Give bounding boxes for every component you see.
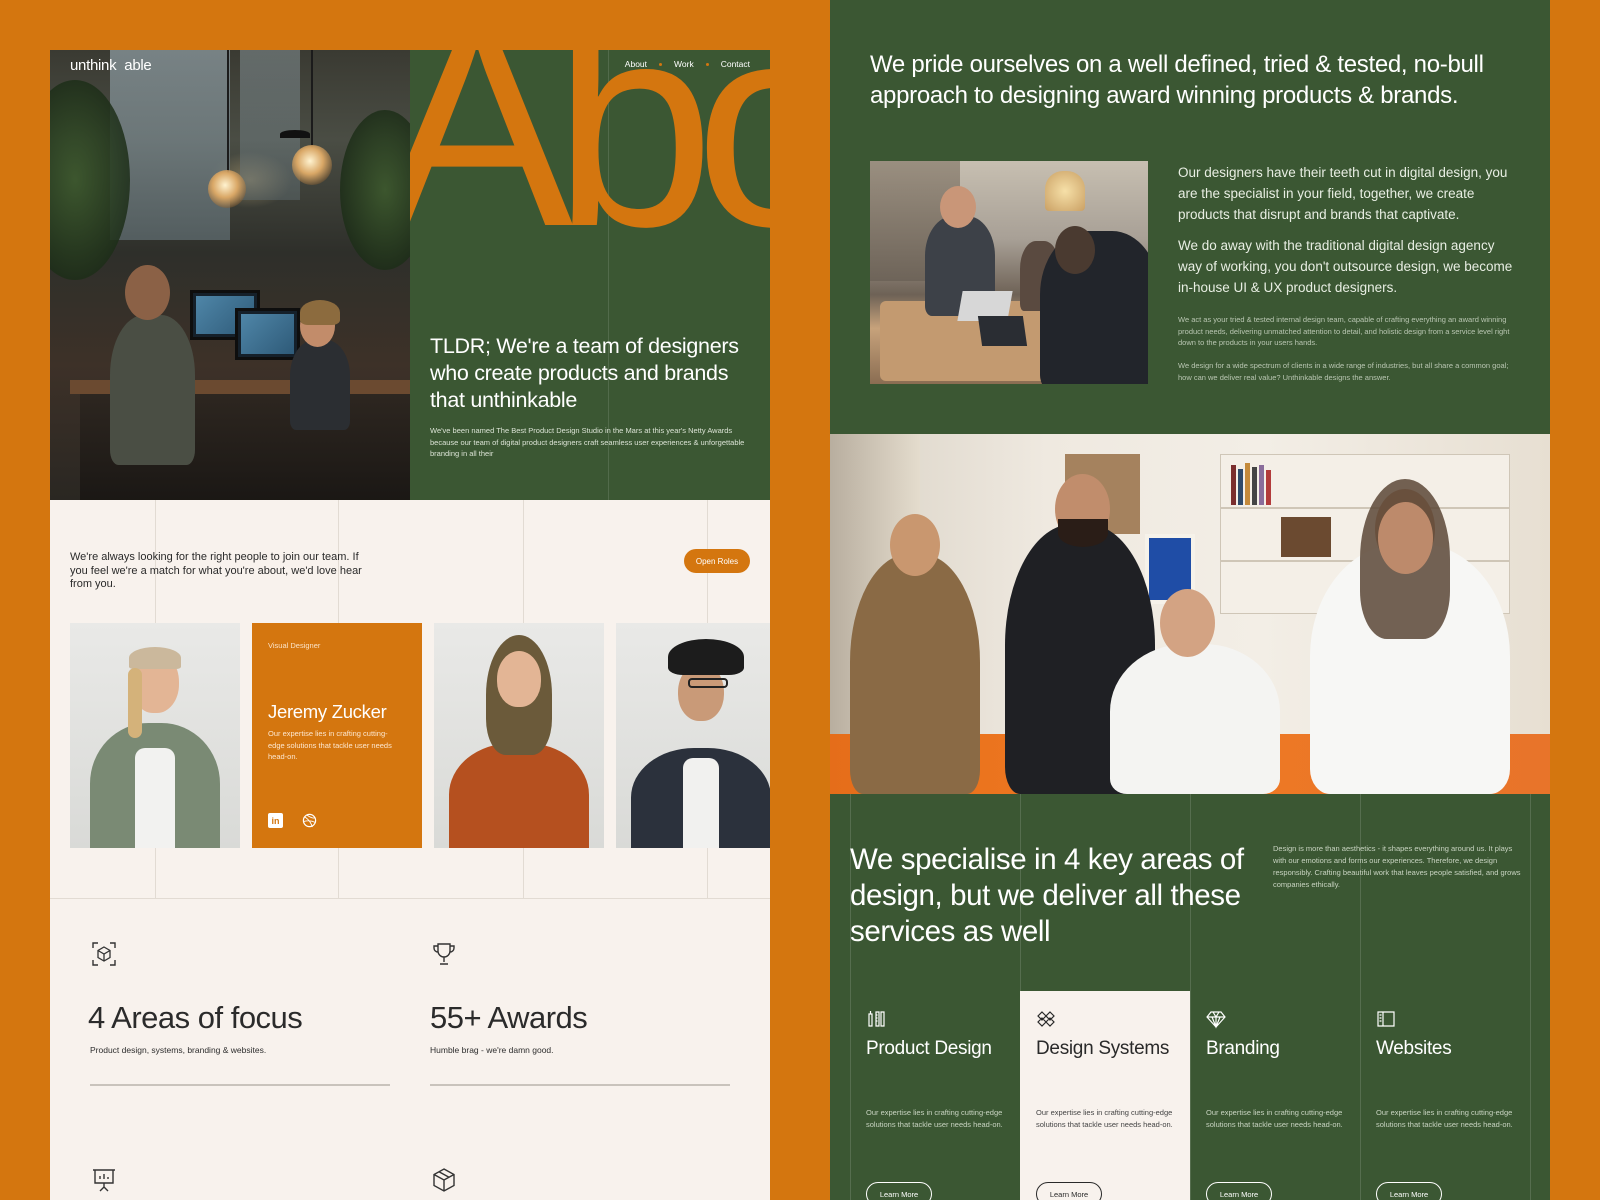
service-title: Product Design xyxy=(866,1038,992,1059)
service-card-branding[interactable]: Branding Our expertise lies in crafting … xyxy=(1190,991,1360,1200)
careers-text: We're always looking for the right peopl… xyxy=(70,551,362,590)
diamond-icon xyxy=(1206,1011,1226,1029)
nav-separator-dot xyxy=(659,62,663,66)
hero-title: TLDR; We're a team of designers who crea… xyxy=(430,334,739,412)
stack-layers-icon xyxy=(1037,1011,1055,1027)
services-title: We specialise in 4 key areas of design, … xyxy=(850,843,1244,948)
nav-separator-dot xyxy=(705,62,709,66)
service-desc: Our expertise lies in crafting cutting-e… xyxy=(866,1108,1003,1129)
team-group-photo xyxy=(830,434,1550,794)
service-title: Branding xyxy=(1206,1038,1280,1059)
about-headline: We pride ourselves on a well defined, tr… xyxy=(870,51,1484,109)
section-divider xyxy=(50,898,770,899)
box-icon xyxy=(433,1168,455,1192)
main-nav: About Work Contact xyxy=(625,59,750,69)
trophy-icon xyxy=(433,943,455,965)
about-para-3: We act as your tried & tested internal d… xyxy=(1178,315,1510,347)
nav-about[interactable]: About xyxy=(625,59,647,69)
dribbble-icon[interactable] xyxy=(302,813,317,828)
browser-icon xyxy=(1377,1011,1395,1027)
service-card-product-design[interactable]: Product Design Our expertise lies in cra… xyxy=(850,991,1020,1200)
office-photo xyxy=(50,50,410,500)
service-card-websites[interactable]: Websites Our expertise lies in crafting … xyxy=(1360,991,1530,1200)
logo[interactable]: unthink able xyxy=(70,57,152,74)
learn-more-button[interactable]: Learn More xyxy=(1036,1182,1102,1200)
about-page-right: We pride ourselves on a well defined, tr… xyxy=(830,0,1550,1200)
team-member-desc: Our expertise lies in crafting cutting-e… xyxy=(268,729,392,761)
stat-focus-value: 4 Areas of focus xyxy=(88,1000,303,1035)
stat-rule xyxy=(90,1084,390,1086)
about-para-2: We do away with the traditional digital … xyxy=(1178,238,1513,295)
stat-rule xyxy=(430,1084,730,1086)
team-member-role: Visual Designer xyxy=(268,641,321,650)
team-member-photo[interactable] xyxy=(616,623,770,848)
service-title: Websites xyxy=(1376,1038,1452,1059)
hero-big-word: Abo xyxy=(410,50,770,287)
about-page-left: Abo unthink able About Work Contact TLDR;… xyxy=(50,50,770,1200)
team-member-photo[interactable] xyxy=(434,623,604,848)
team-member-photo[interactable] xyxy=(70,623,240,848)
stat-awards-value: 55+ Awards xyxy=(430,1000,588,1035)
about-para-1: Our designers have their teeth cut in di… xyxy=(1178,165,1508,222)
learn-more-button[interactable]: Learn More xyxy=(866,1182,932,1200)
team-member-name: Jeremy Zucker xyxy=(268,701,387,722)
learn-more-button[interactable]: Learn More xyxy=(1206,1182,1272,1200)
stat-awards-label: Humble brag - we're damn good. xyxy=(430,1045,554,1055)
open-roles-button[interactable]: Open Roles xyxy=(684,549,750,573)
team-member-card-active[interactable]: Visual Designer Jeremy Zucker Our expert… xyxy=(252,623,422,848)
logo-text-left: unthink xyxy=(70,57,117,74)
linkedin-icon[interactable]: in xyxy=(268,813,283,828)
learn-more-button[interactable]: Learn More xyxy=(1376,1182,1442,1200)
service-desc: Our expertise lies in crafting cutting-e… xyxy=(1206,1108,1343,1129)
service-card-design-systems[interactable]: Design Systems Our expertise lies in cra… xyxy=(1020,991,1190,1200)
service-title: Design Systems xyxy=(1036,1038,1170,1059)
nav-work[interactable]: Work xyxy=(674,59,694,69)
pencil-ruler-icon xyxy=(868,1011,885,1027)
nav-contact[interactable]: Contact xyxy=(721,59,750,69)
hero-subtitle: We've been named The Best Product Design… xyxy=(430,426,745,458)
services-note: Design is more than aesthetics - it shap… xyxy=(1273,844,1521,889)
meeting-photo xyxy=(870,161,1148,384)
service-desc: Our expertise lies in crafting cutting-e… xyxy=(1036,1108,1173,1129)
service-desc: Our expertise lies in crafting cutting-e… xyxy=(1376,1108,1513,1129)
stat-focus-label: Product design, systems, branding & webs… xyxy=(90,1045,267,1055)
cube-focus-icon xyxy=(92,942,116,966)
about-para-4: We design for a wide spectrum of clients… xyxy=(1178,361,1509,382)
logo-text-right: able xyxy=(124,57,152,74)
presentation-chart-icon xyxy=(93,1169,115,1192)
